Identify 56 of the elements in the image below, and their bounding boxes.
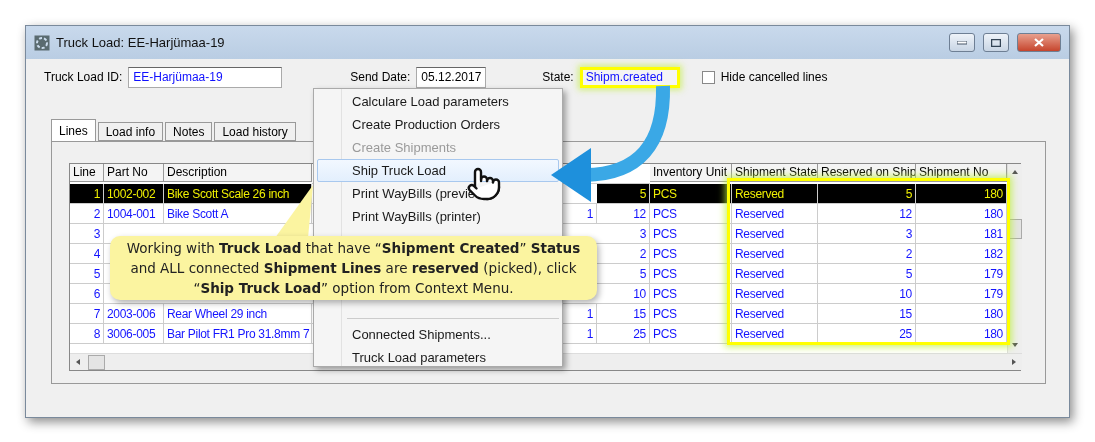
table-cell: 4 xyxy=(70,244,104,264)
table-cell: Reserved xyxy=(732,184,818,204)
table-cell: 7 xyxy=(70,304,104,324)
table-cell: 3 xyxy=(70,224,104,244)
window-title: Truck Load: EE-Harjümaa-19 xyxy=(56,35,226,50)
table-cell: Reserved xyxy=(732,244,818,264)
table-cell: 2 xyxy=(70,204,104,224)
table-cell: 3 xyxy=(818,224,916,244)
table-cell: PCS xyxy=(650,224,732,244)
table-cell: Bike Scott Scale 26 inch xyxy=(164,184,312,204)
table-cell: 2003-006 xyxy=(104,304,164,324)
field-label: Send Date: xyxy=(350,70,411,84)
table-cell: 1 xyxy=(565,324,597,344)
table-cell: Reserved xyxy=(732,324,818,344)
table-cell: 2 xyxy=(818,244,916,264)
table-cell: 3006-005 xyxy=(104,324,164,344)
table-cell: Reserved xyxy=(732,304,818,324)
table-cell: Reserved xyxy=(732,264,818,284)
table-cell: PCS xyxy=(650,244,732,264)
table-cell: 8 xyxy=(70,324,104,344)
table-cell: 5 xyxy=(597,184,650,204)
field-label: State: xyxy=(542,70,574,84)
table-cell: 1 xyxy=(70,184,104,204)
table-cell: 15 xyxy=(597,304,650,324)
table-cell: 3 xyxy=(597,224,650,244)
table-cell: 1 xyxy=(565,304,597,324)
table-cell: Reserved xyxy=(732,204,818,224)
table-cell: 1004-001 xyxy=(104,204,164,224)
table-cell: 5 xyxy=(70,264,104,284)
table-cell: 180 xyxy=(916,184,1007,204)
table-cell: 12 xyxy=(597,204,650,224)
table-cell: 1 xyxy=(565,204,597,224)
table-cell: 2 xyxy=(597,244,650,264)
field-label: Truck Load ID: xyxy=(44,70,123,84)
table-cell: PCS xyxy=(650,184,732,204)
table-cell: PCS xyxy=(650,324,732,344)
table-cell: Rear Wheel 29 inch xyxy=(164,304,312,324)
table-cell: 12 xyxy=(818,204,916,224)
table-cell: PCS xyxy=(650,304,732,324)
table-cell: 6 xyxy=(70,284,104,304)
checkbox-label: Hide cancelled lines xyxy=(720,70,828,84)
table-cell: Reserved xyxy=(732,224,818,244)
table-cell: 5 xyxy=(597,264,650,284)
table-cell: 10 xyxy=(597,284,650,304)
table-cell: PCS xyxy=(650,284,732,304)
table-cell: 1002-002 xyxy=(104,184,164,204)
table-cell: Bar Pilot FR1 Pro 31.8mm 7 xyxy=(164,324,312,344)
table-cell: 15 xyxy=(818,304,916,324)
table-cell: 5 xyxy=(818,184,916,204)
table-cell: 10 xyxy=(818,284,916,304)
table-cell: PCS xyxy=(650,204,732,224)
table-cell: 25 xyxy=(597,324,650,344)
table-cell: PCS xyxy=(650,264,732,284)
table-cell: 5 xyxy=(818,264,916,284)
table-cell: Reserved xyxy=(732,284,818,304)
callout-text: Working with Truck Load that have “Shipment Created” Status and ALL connected Shipment Lines are reserved (picked), click “Ship Truck Load” option from Context Menu. xyxy=(125,239,582,298)
